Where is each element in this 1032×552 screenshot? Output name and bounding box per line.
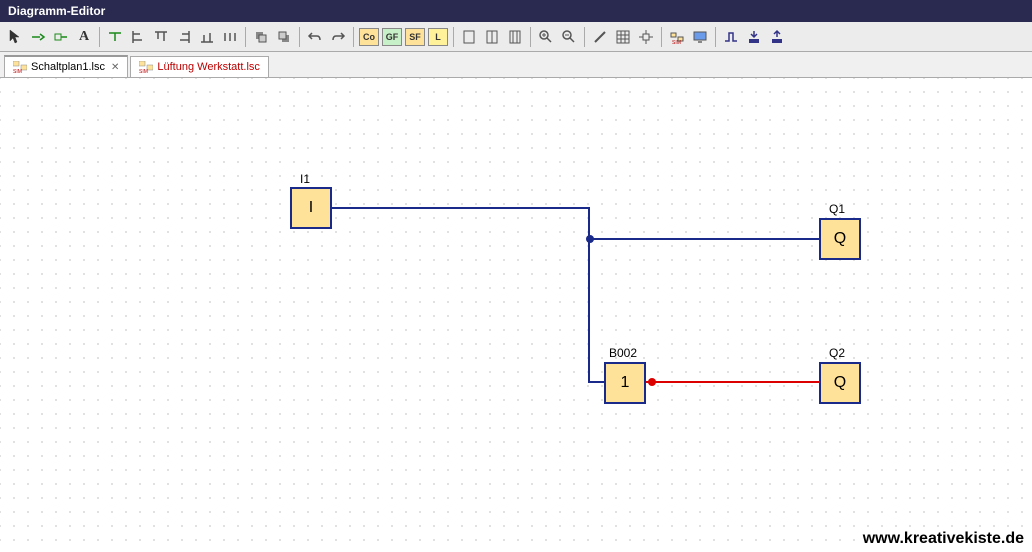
gf-button[interactable]: GF (381, 26, 403, 48)
zoom-in-tool[interactable] (535, 26, 557, 48)
center-tool[interactable] (635, 26, 657, 48)
block-q1[interactable]: Q (819, 218, 861, 260)
separator (661, 27, 662, 47)
input-tool[interactable] (50, 26, 72, 48)
monitor-tool[interactable] (689, 26, 711, 48)
send-back-tool[interactable] (273, 26, 295, 48)
zoom-out-tool[interactable] (558, 26, 580, 48)
tab-label: Lüftung Werkstatt.lsc (157, 61, 260, 73)
line-tool[interactable] (589, 26, 611, 48)
document-tabs: SIM Schaltplan1.lsc ✕ SIM Lüftung Werkst… (0, 52, 1032, 78)
block-label-b002: B002 (609, 346, 637, 360)
cut-split-tool[interactable] (104, 26, 126, 48)
sim-tool[interactable]: SIM (666, 26, 688, 48)
toolbar: A Co GF SF L SIM (0, 22, 1032, 52)
wire-segment (646, 381, 820, 383)
sim-icon: SIM (139, 61, 153, 73)
separator (453, 27, 454, 47)
svg-text:SIM: SIM (13, 69, 22, 73)
align-bottom-tool[interactable] (196, 26, 218, 48)
block-label-q2: Q2 (829, 346, 845, 360)
block-b002[interactable]: 1 (604, 362, 646, 404)
page-2col-tool[interactable] (481, 26, 503, 48)
svg-text:SIM: SIM (139, 69, 148, 73)
upload-tool[interactable] (766, 26, 788, 48)
connection-dot (648, 378, 656, 386)
page-3col-tool[interactable] (504, 26, 526, 48)
junction-dot (586, 235, 594, 243)
separator (584, 27, 585, 47)
separator (530, 27, 531, 47)
pointer-tool[interactable] (4, 26, 26, 48)
align-left-tool[interactable] (127, 26, 149, 48)
sf-button[interactable]: SF (404, 26, 426, 48)
separator (353, 27, 354, 47)
close-icon[interactable]: ✕ (111, 62, 119, 73)
block-q2[interactable]: Q (819, 362, 861, 404)
separator (99, 27, 100, 47)
l-button[interactable]: L (427, 26, 449, 48)
undo-tool[interactable] (304, 26, 326, 48)
bring-front-tool[interactable] (250, 26, 272, 48)
sim-icon: SIM (13, 61, 27, 73)
tab-schaltplan1[interactable]: SIM Schaltplan1.lsc ✕ (4, 55, 128, 77)
block-label-q1: Q1 (829, 202, 845, 216)
block-label-i1: I1 (300, 172, 310, 186)
redo-tool[interactable] (327, 26, 349, 48)
co-button[interactable]: Co (358, 26, 380, 48)
connect-tool[interactable] (27, 26, 49, 48)
watermark: www.kreativekiste.de (863, 530, 1024, 548)
download-tool[interactable] (743, 26, 765, 48)
page-1-tool[interactable] (458, 26, 480, 48)
window-title: Diagramm-Editor (8, 4, 105, 18)
align-top-tool[interactable] (150, 26, 172, 48)
separator (715, 27, 716, 47)
align-right-tool[interactable] (173, 26, 195, 48)
tab-label: Schaltplan1.lsc (31, 61, 105, 73)
tab-lueftung[interactable]: SIM Lüftung Werkstatt.lsc (130, 56, 269, 77)
distribute-h-tool[interactable] (219, 26, 241, 48)
wire-segment (588, 238, 590, 383)
diagram-canvas[interactable]: I1 I Q1 Q B002 1 Q2 Q www.kreativekiste.… (0, 78, 1032, 552)
separator (245, 27, 246, 47)
separator (299, 27, 300, 47)
block-i1[interactable]: I (290, 187, 332, 229)
wire-segment (332, 207, 590, 209)
step-tool[interactable] (720, 26, 742, 48)
grid-props-tool[interactable] (612, 26, 634, 48)
svg-text:SIM: SIM (672, 40, 681, 45)
titlebar: Diagramm-Editor (0, 0, 1032, 22)
wire-segment (590, 238, 819, 240)
text-tool[interactable]: A (73, 26, 95, 48)
